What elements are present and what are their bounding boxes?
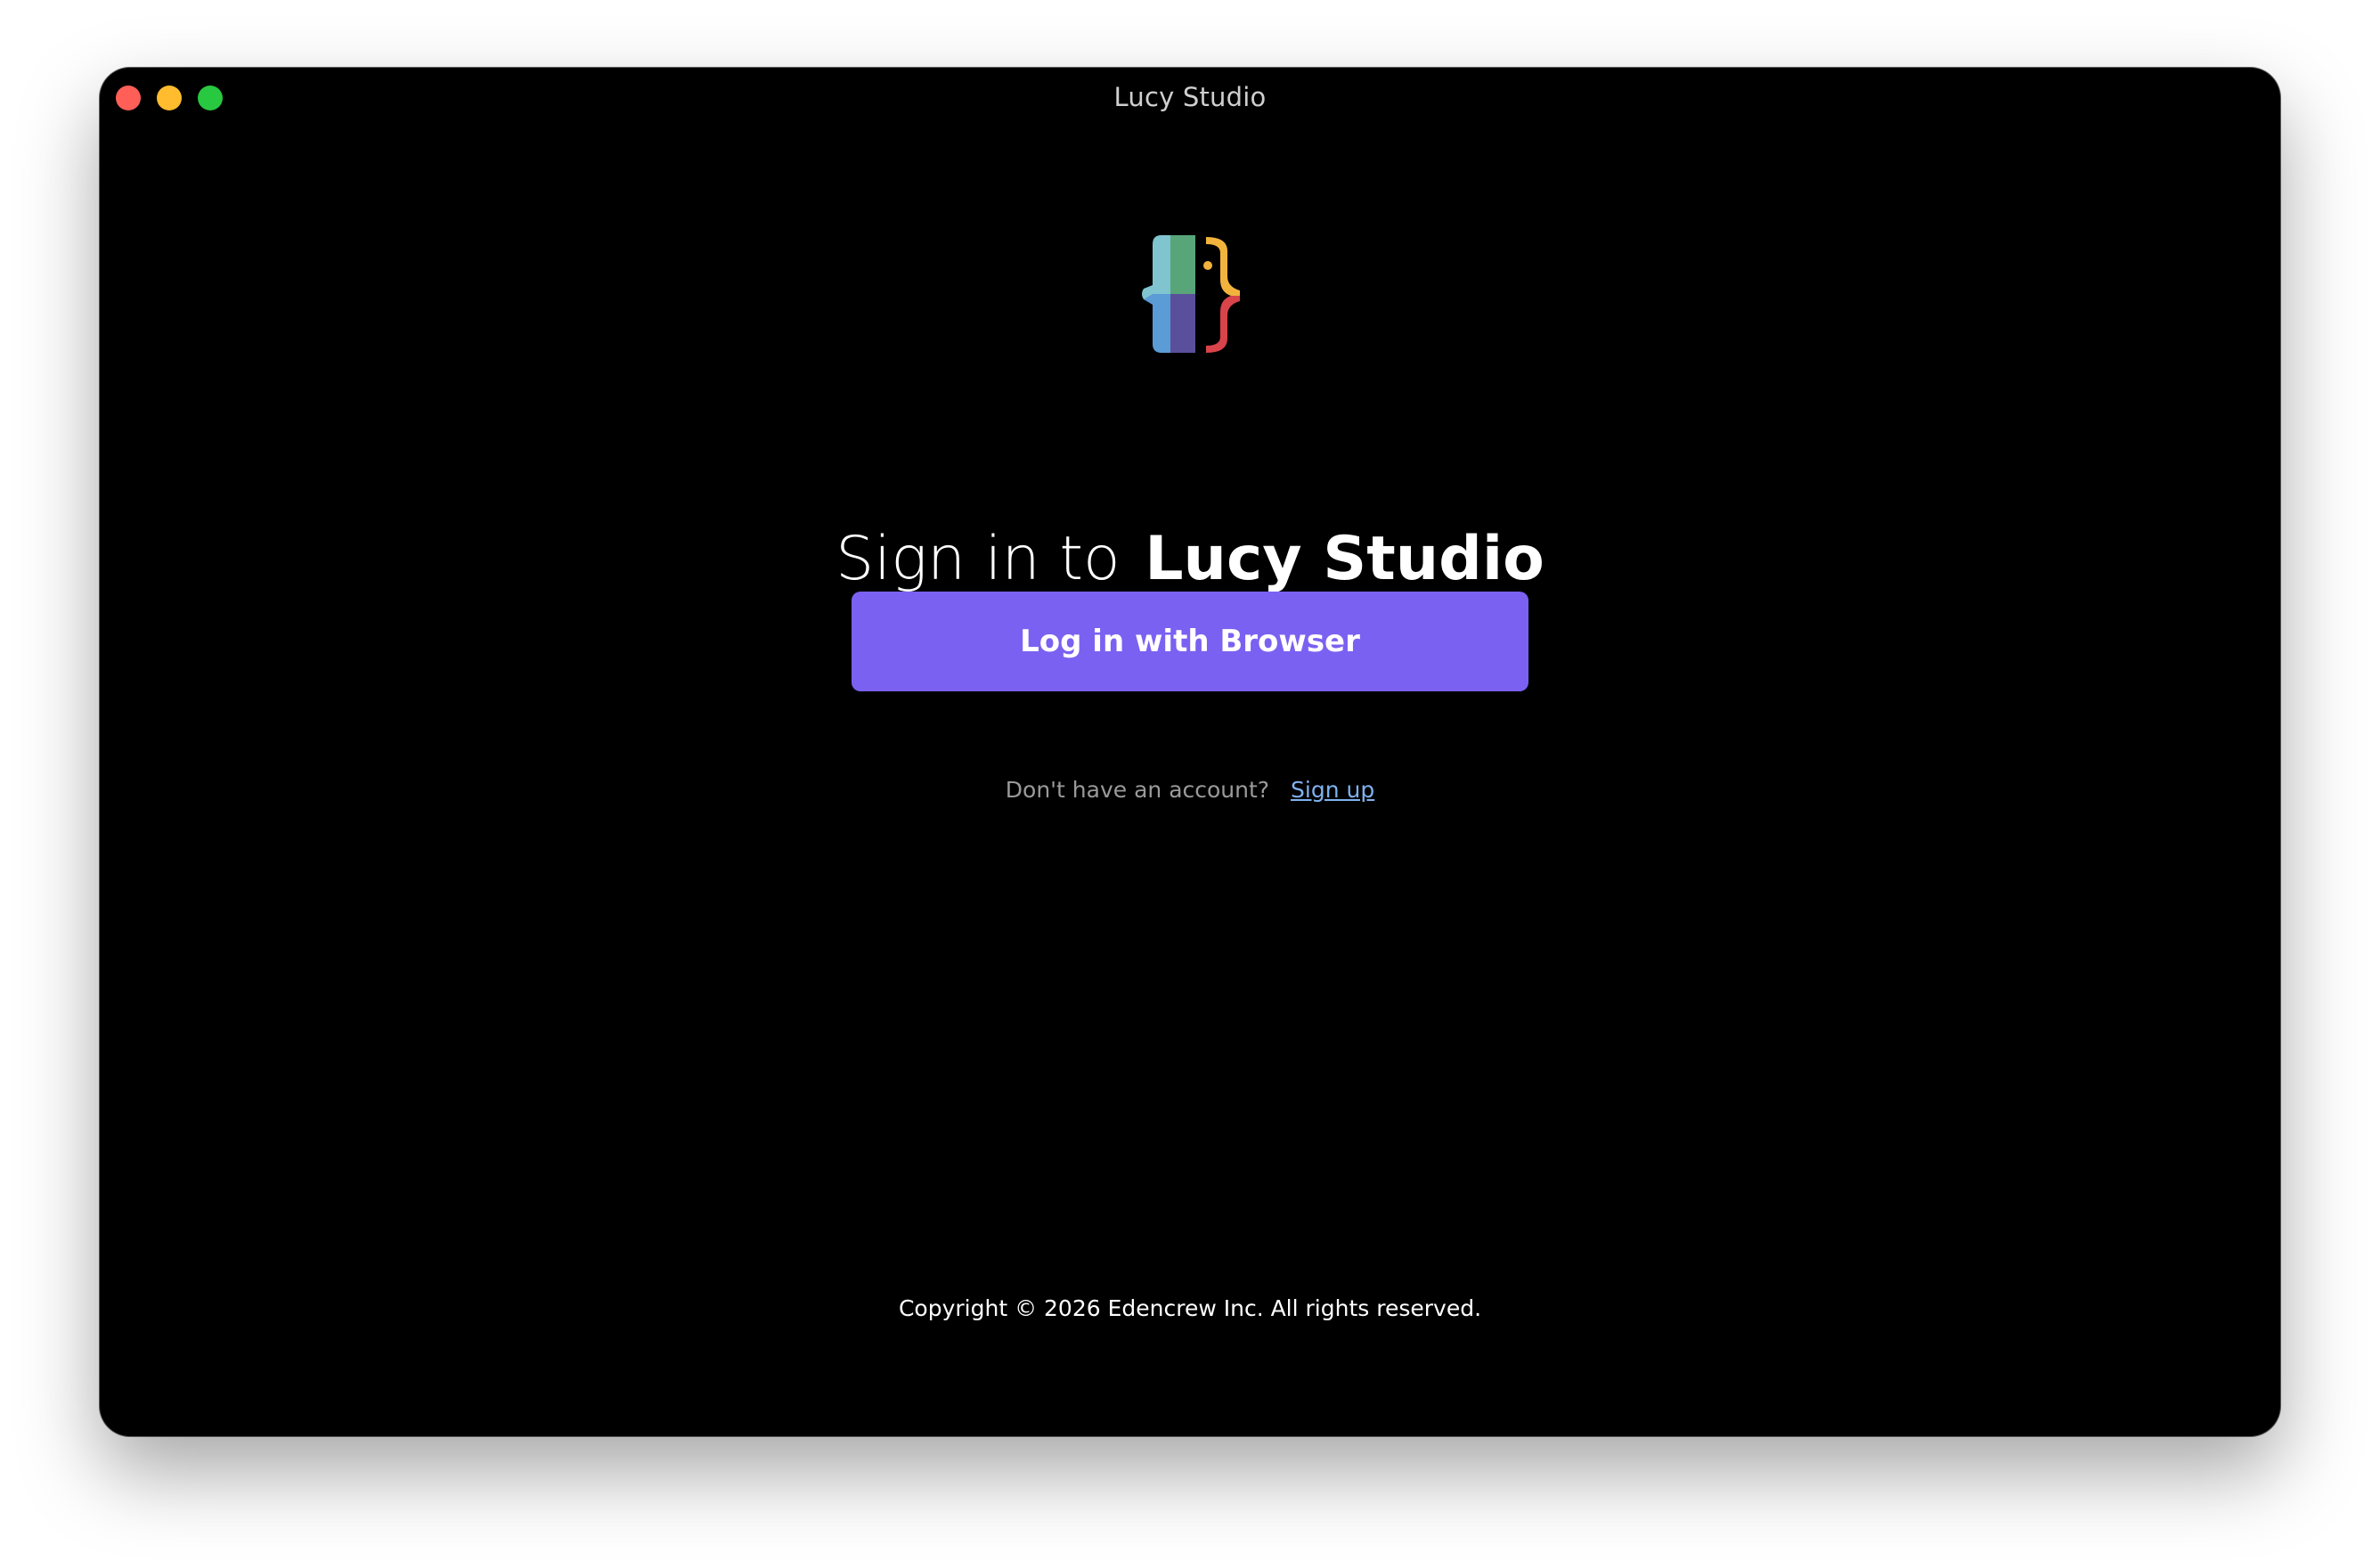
window-title: Lucy Studio — [1113, 82, 1267, 112]
title-bar[interactable]: Lucy Studio — [100, 68, 2280, 128]
copyright-text: Copyright © 2026 Edencrew Inc. All right… — [898, 1295, 1482, 1321]
heading-prefix: Sign in to — [835, 524, 1121, 594]
app-window: Lucy Studio Sign in to Lucy Studio Log i… — [100, 68, 2280, 1436]
lucy-studio-logo-icon — [1142, 235, 1240, 353]
signup-link[interactable]: Sign up — [1291, 777, 1374, 803]
signup-row: Don't have an account? Sign up — [100, 777, 2280, 803]
page-heading: Sign in to Lucy Studio — [100, 524, 2280, 594]
heading-brand: Lucy Studio — [1145, 524, 1545, 594]
login-with-browser-button[interactable]: Log in with Browser — [852, 592, 1528, 691]
desktop: Lucy Studio Sign in to Lucy Studio Log i… — [0, 0, 2380, 1568]
no-account-text: Don't have an account? — [1005, 777, 1270, 803]
